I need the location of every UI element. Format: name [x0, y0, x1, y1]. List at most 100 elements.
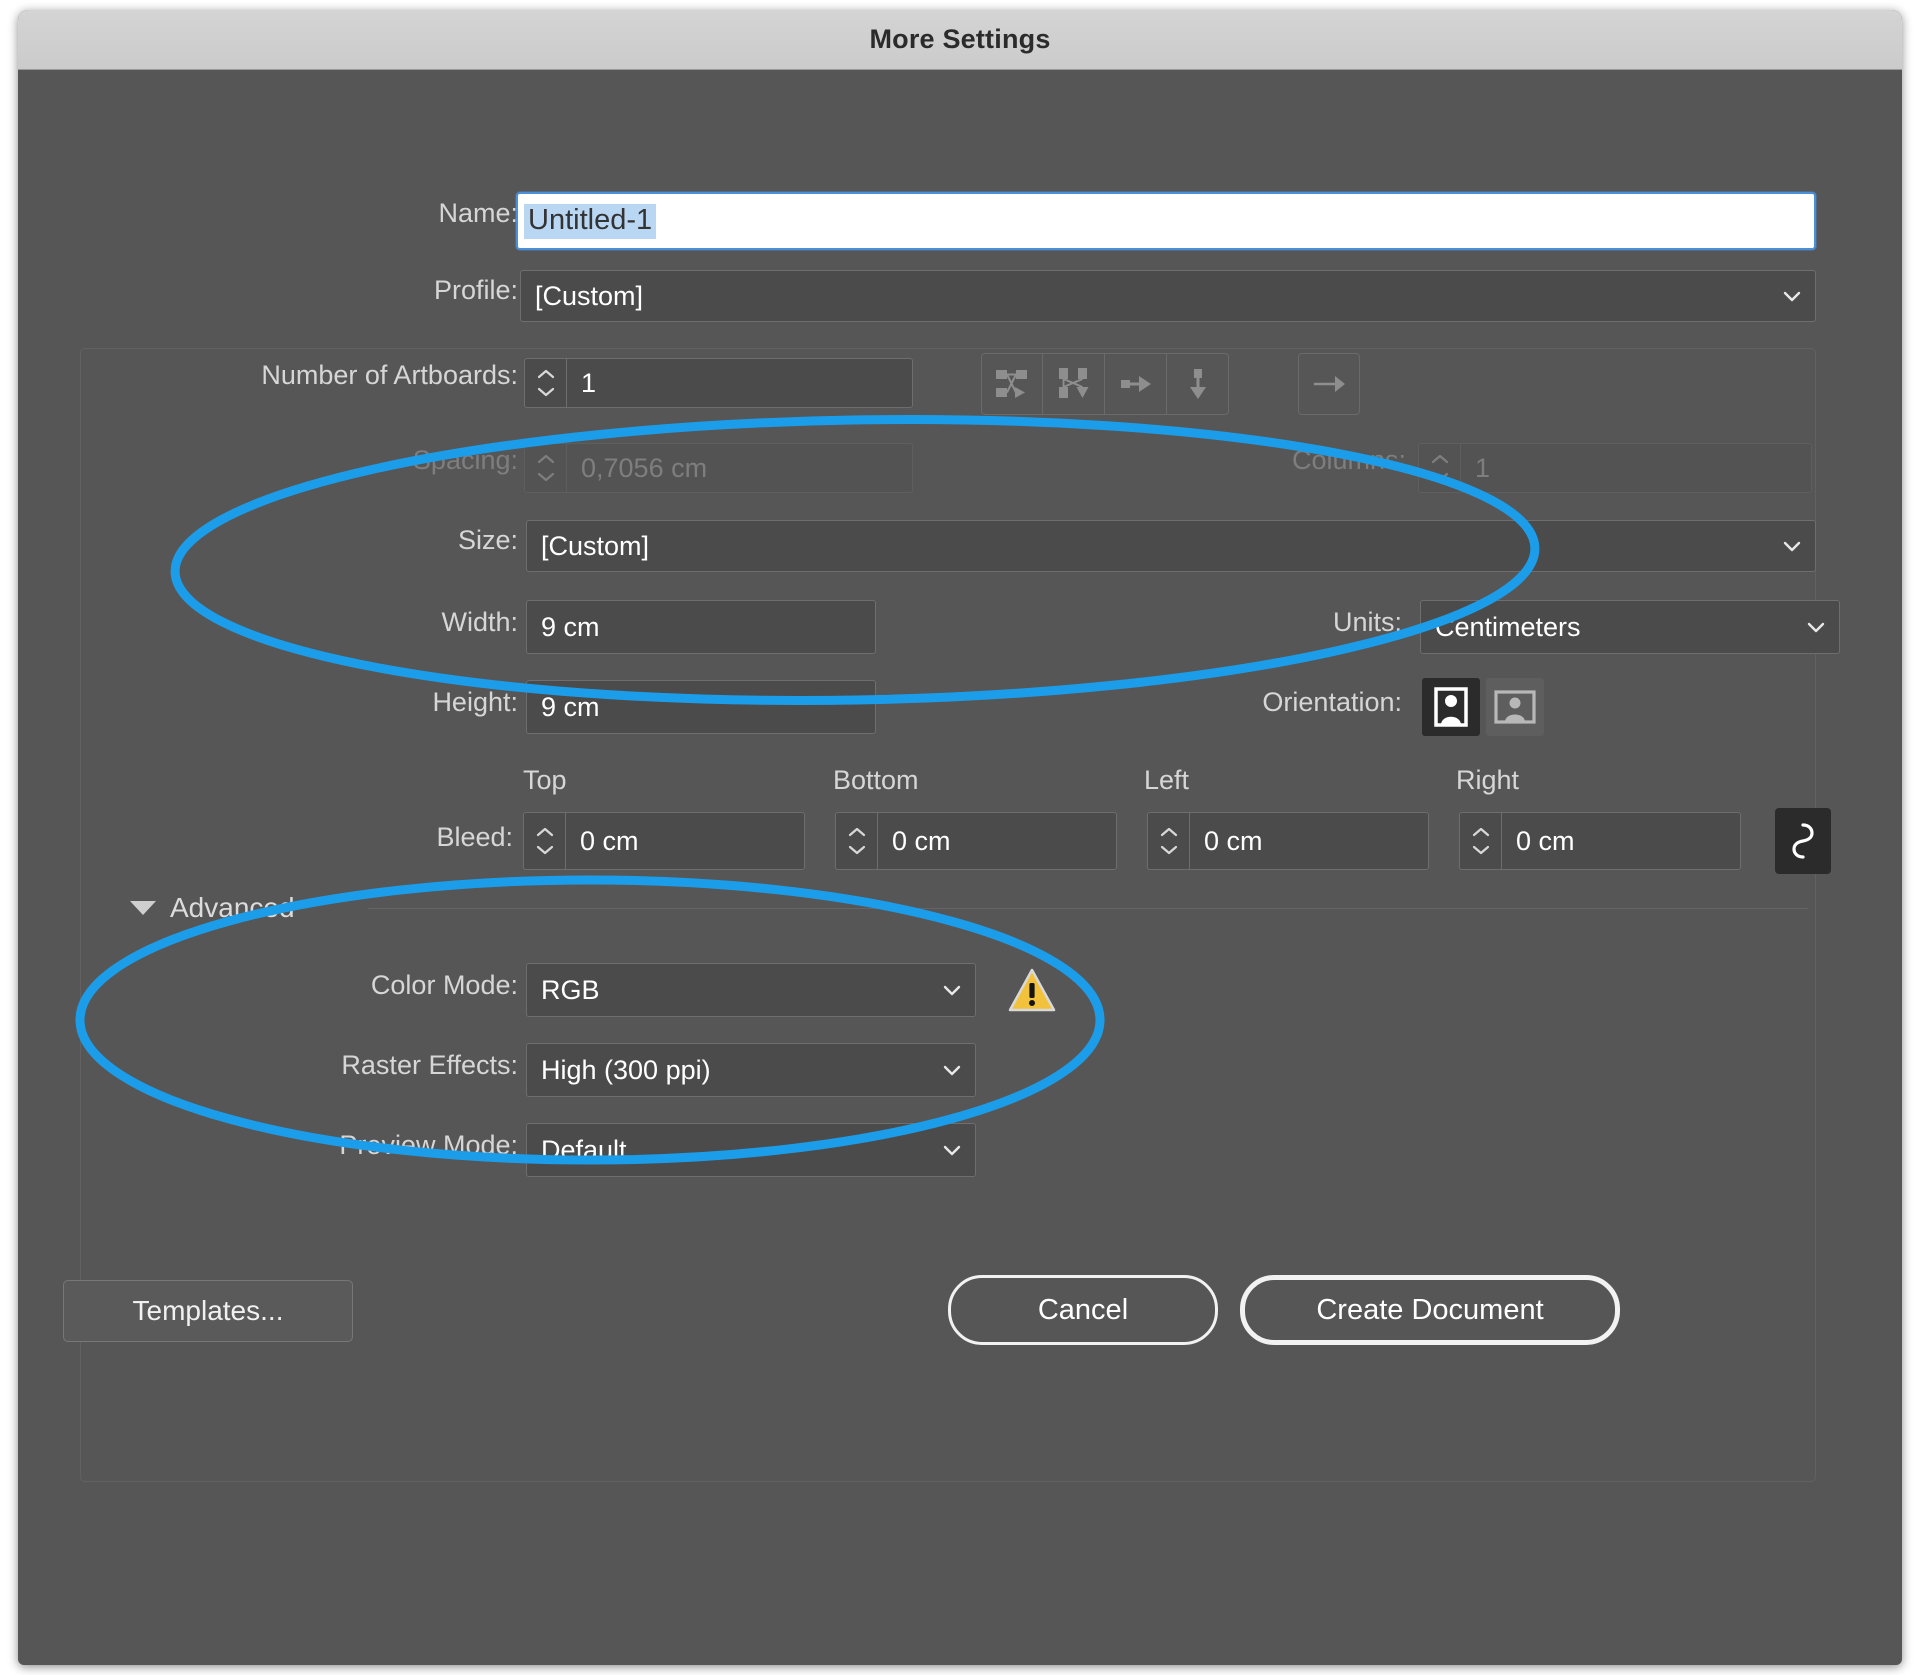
- units-select[interactable]: Centimeters: [1420, 600, 1840, 654]
- color-mode-select[interactable]: RGB: [526, 963, 976, 1017]
- artboards-stepper[interactable]: [524, 358, 566, 408]
- orientation-toggle-group: [1422, 678, 1544, 736]
- bleed-header-bottom: Bottom: [833, 765, 919, 796]
- bleed-left-input[interactable]: 0 cm: [1189, 812, 1429, 870]
- profile-select[interactable]: [Custom]: [520, 270, 1816, 322]
- width-label-wrap: Width:: [18, 607, 518, 638]
- artboard-layout-button-group: [981, 353, 1229, 415]
- number-of-artboards-label: Number of Artboards:: [261, 360, 518, 391]
- raster-effects-value: High (300 ppi): [541, 1055, 711, 1086]
- name-label: Name:: [438, 198, 518, 229]
- create-document-button[interactable]: Create Document: [1240, 1275, 1620, 1345]
- width-label: Width:: [441, 607, 518, 638]
- templates-button-label: Templates...: [133, 1295, 284, 1327]
- orientation-label-wrap: Orientation:: [1038, 687, 1402, 718]
- landscape-orientation-icon[interactable]: [1486, 678, 1544, 736]
- name-input[interactable]: Untitled-1: [516, 192, 1816, 250]
- name-input-value: Untitled-1: [524, 204, 656, 239]
- templates-button[interactable]: Templates...: [63, 1280, 353, 1342]
- bleed-right-input[interactable]: 0 cm: [1501, 812, 1741, 870]
- arrange-by-column-icon[interactable]: [1167, 353, 1229, 415]
- profile-label-wrap: Profile:: [18, 275, 518, 306]
- height-value: 9 cm: [541, 692, 600, 723]
- bleed-label-wrap: Bleed:: [18, 822, 513, 853]
- dialog-title: More Settings: [869, 24, 1050, 55]
- raster-effects-label-wrap: Raster Effects:: [18, 1050, 518, 1081]
- spacing-label-wrap: Spacing:: [18, 445, 518, 476]
- bleed-top-stepper[interactable]: [523, 812, 565, 870]
- artboards-stepper-field: 1: [524, 358, 913, 408]
- number-of-artboards-value: 1: [581, 368, 596, 399]
- bleed-left-value: 0 cm: [1204, 826, 1263, 857]
- bleed-label: Bleed:: [436, 822, 513, 853]
- advanced-disclosure[interactable]: Advanced: [130, 892, 295, 924]
- bleed-bottom-stepper[interactable]: [835, 812, 877, 870]
- size-value: [Custom]: [541, 531, 649, 562]
- portrait-orientation-icon[interactable]: [1422, 678, 1480, 736]
- profile-value: [Custom]: [535, 281, 643, 312]
- chevron-down-icon: [941, 1139, 963, 1161]
- width-input[interactable]: 9 cm: [526, 600, 876, 654]
- raster-effects-select[interactable]: High (300 ppi): [526, 1043, 976, 1097]
- cancel-button[interactable]: Cancel: [948, 1275, 1218, 1345]
- height-label-wrap: Height:: [18, 687, 518, 718]
- chevron-down-icon: [941, 979, 963, 1001]
- artboards-label-wrap: Number of Artboards:: [18, 360, 518, 391]
- columns-label: Columns:: [1292, 445, 1406, 476]
- preview-mode-label: Preview Mode:: [339, 1130, 518, 1161]
- link-chain-icon[interactable]: [1775, 808, 1831, 874]
- chevron-down-icon: [1781, 285, 1803, 307]
- bleed-right-stepper[interactable]: [1459, 812, 1501, 870]
- preview-mode-label-wrap: Preview Mode:: [18, 1130, 518, 1161]
- width-value: 9 cm: [541, 612, 600, 643]
- bleed-header-left: Left: [1144, 765, 1189, 796]
- bleed-left-field: 0 cm: [1147, 812, 1429, 870]
- bleed-right-field: 0 cm: [1459, 812, 1741, 870]
- columns-input: 1: [1460, 443, 1812, 493]
- more-settings-dialog: More Settings Name: Untitled-1 Profile: …: [18, 10, 1902, 1665]
- chevron-down-icon: [1781, 535, 1803, 557]
- bleed-top-value: 0 cm: [580, 826, 639, 857]
- raster-effects-label: Raster Effects:: [341, 1050, 518, 1081]
- bleed-left-stepper[interactable]: [1147, 812, 1189, 870]
- dialog-titlebar: More Settings: [18, 10, 1902, 70]
- columns-stepper-field: 1: [1418, 443, 1812, 493]
- spacing-label: Spacing:: [413, 445, 518, 476]
- bleed-top-input[interactable]: 0 cm: [565, 812, 805, 870]
- color-mode-label-wrap: Color Mode:: [18, 970, 518, 1001]
- bleed-bottom-value: 0 cm: [892, 826, 951, 857]
- columns-value: 1: [1475, 453, 1490, 484]
- columns-label-wrap: Columns:: [1038, 445, 1406, 476]
- spacing-input: 0,7056 cm: [566, 443, 913, 493]
- warning-triangle-icon: [1008, 968, 1056, 1017]
- create-document-button-label: Create Document: [1316, 1294, 1543, 1327]
- chevron-down-icon: [1805, 616, 1827, 638]
- artboard-direction-button-wrap: [1298, 353, 1360, 415]
- grid-by-row-icon[interactable]: [981, 353, 1043, 415]
- chevron-down-icon: [941, 1059, 963, 1081]
- height-label: Height:: [432, 687, 518, 718]
- height-input[interactable]: 9 cm: [526, 680, 876, 734]
- size-select[interactable]: [Custom]: [526, 520, 1816, 572]
- size-label-wrap: Size:: [18, 525, 518, 556]
- bleed-header-top: Top: [523, 765, 567, 796]
- preview-mode-select[interactable]: Default: [526, 1123, 976, 1177]
- units-label: Units:: [1333, 607, 1402, 638]
- right-to-left-arrow-icon[interactable]: [1298, 353, 1360, 415]
- units-label-wrap: Units:: [1038, 607, 1402, 638]
- color-mode-label: Color Mode:: [371, 970, 518, 1001]
- arrange-by-row-icon[interactable]: [1105, 353, 1167, 415]
- bleed-header-right: Right: [1456, 765, 1519, 796]
- spacing-stepper: [524, 443, 566, 493]
- number-of-artboards-input[interactable]: 1: [566, 358, 913, 408]
- profile-label: Profile:: [434, 275, 518, 306]
- units-value: Centimeters: [1435, 612, 1581, 643]
- bleed-bottom-input[interactable]: 0 cm: [877, 812, 1117, 870]
- bleed-right-value: 0 cm: [1516, 826, 1575, 857]
- triangle-down-icon: [130, 901, 156, 915]
- orientation-label: Orientation:: [1262, 687, 1402, 718]
- grid-by-column-icon[interactable]: [1043, 353, 1105, 415]
- size-label: Size:: [458, 525, 518, 556]
- spacing-value: 0,7056 cm: [581, 453, 707, 484]
- color-mode-value: RGB: [541, 975, 600, 1006]
